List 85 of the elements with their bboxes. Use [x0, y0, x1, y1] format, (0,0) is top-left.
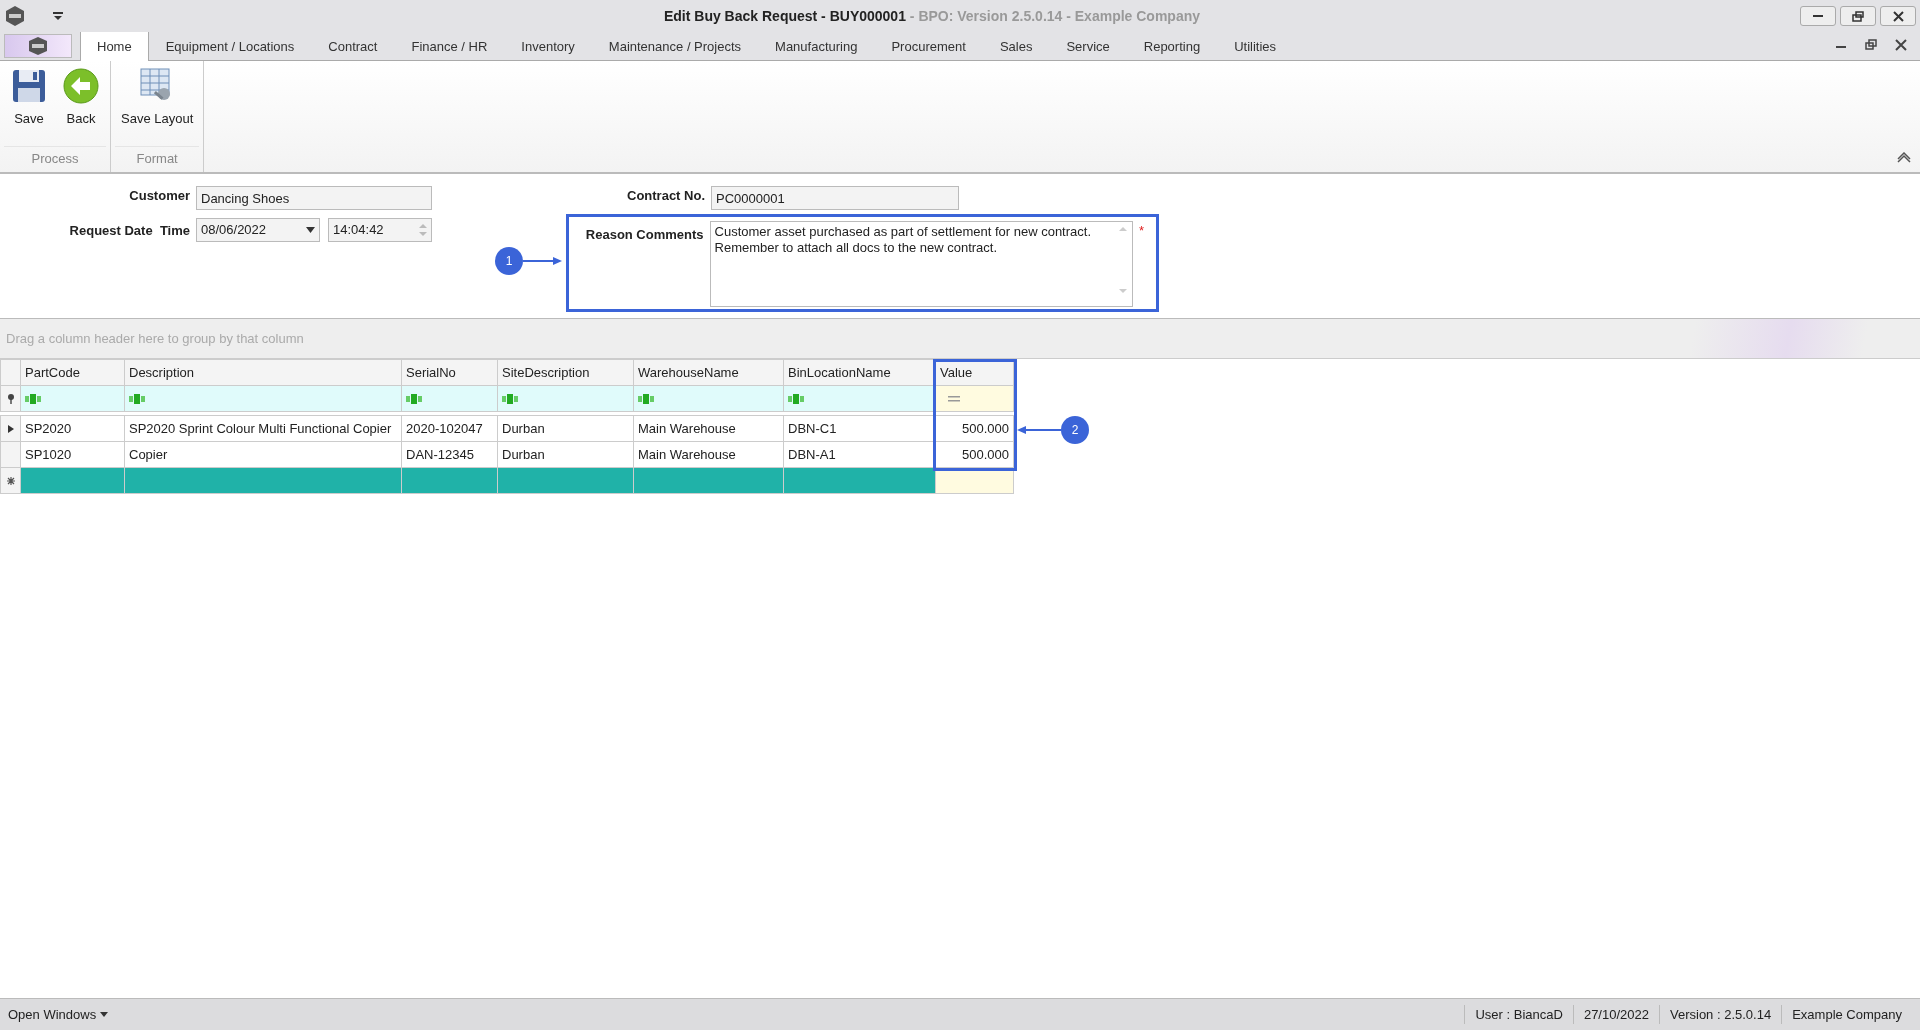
row-pointer-icon — [7, 425, 14, 434]
column-header[interactable]: Description — [124, 359, 402, 386]
callout-arrow — [523, 256, 562, 266]
table-cell: Main Warehouse — [633, 441, 784, 468]
ribbon-button[interactable]: Save Layout — [121, 67, 194, 140]
table-cell: Durban — [497, 441, 634, 468]
ribbon-tab[interactable]: Service — [1049, 30, 1127, 61]
time-field[interactable]: 14:04:42 — [328, 218, 432, 242]
close-icon — [1892, 10, 1904, 22]
date-value: 08/06/2022 — [201, 221, 267, 240]
status-item: Version : 2.5.0.14 — [1659, 1004, 1782, 1025]
text-filter-icon[interactable] — [502, 394, 518, 405]
column-header[interactable]: PartCode — [20, 359, 125, 386]
contract-field[interactable]: PC0000001 — [711, 186, 959, 210]
ribbon-tab[interactable]: Sales — [982, 30, 1050, 61]
status-item: Example Company — [1781, 1004, 1912, 1025]
text-filter-icon[interactable] — [788, 394, 804, 405]
date-field[interactable]: 08/06/2022 — [196, 218, 320, 242]
app-logo-icon — [27, 36, 49, 56]
callout-arrow — [1017, 425, 1061, 435]
comments-text: Customer asset purchased as part of settlement for new contract. Remember to attach all docs to the new contract. — [714, 224, 1091, 258]
ribbon-tab[interactable]: Finance / HR — [394, 30, 505, 61]
column-header[interactable]: SiteDescription — [497, 359, 634, 386]
ribbon-tab[interactable]: Inventory — [504, 30, 592, 61]
ribbon-tab[interactable]: Procurement — [874, 30, 983, 61]
ribbon-group-label: Process — [4, 145, 106, 172]
time-value: 14:04:42 — [333, 221, 384, 240]
field-label: Request Date Time — [68, 222, 190, 240]
window-close-button[interactable] — [1880, 6, 1916, 26]
dropdown-arrow-icon[interactable] — [306, 227, 315, 233]
ribbon-group-label: Format — [115, 145, 200, 172]
restore-icon — [1852, 10, 1864, 22]
minimize-icon — [1813, 15, 1823, 17]
text-filter-icon[interactable] — [406, 394, 422, 405]
comments-field[interactable]: Customer asset purchased as part of settlement for new contract. Remember to attach all docs to the new contract. — [709, 221, 1133, 307]
close-icon[interactable] — [1894, 38, 1908, 52]
ribbon-button[interactable]: Save — [10, 67, 48, 140]
window-title: Edit Buy Back Request - BUY000001 - BPO: Version 2.5.0.14 - Example Company — [663, 7, 1201, 24]
ribbon-tab[interactable]: Maintenance / Projects — [591, 30, 759, 61]
table-cell: 2020-102047 — [401, 415, 498, 442]
table-cell: Main Warehouse — [633, 415, 784, 442]
required-mark: * — [1138, 222, 1144, 240]
ribbon-button[interactable]: Back — [62, 67, 100, 140]
ribbon-tab[interactable]: Contract — [311, 30, 395, 61]
app-logo-icon — [4, 5, 26, 27]
table-cell: DAN-12345 — [401, 441, 498, 468]
field-label: Customer — [128, 187, 190, 205]
status-item: User : BiancaD — [1464, 1004, 1573, 1025]
app-menu-button[interactable] — [4, 34, 72, 58]
open-windows-menu[interactable]: Open Windows — [8, 1004, 109, 1025]
column-header[interactable]: SerialNo — [401, 359, 498, 386]
callout-number: 1 — [495, 247, 523, 275]
ribbon-tab[interactable]: Equipment / Locations — [148, 30, 312, 61]
column-header[interactable]: BinLocationName — [783, 359, 936, 386]
field-label: Reason Comments — [584, 226, 704, 244]
equals-icon[interactable] — [948, 396, 960, 403]
table-cell: Copier — [124, 441, 402, 468]
asterisk-icon — [6, 477, 15, 486]
text-filter-icon[interactable] — [129, 394, 145, 405]
dropdown-arrow-icon — [100, 1012, 109, 1017]
callout-number: 2 — [1061, 416, 1089, 444]
table-cell: DBN-C1 — [783, 415, 936, 442]
window-minimize-button[interactable] — [1800, 6, 1836, 26]
ribbon-tab[interactable]: Manufacturing — [758, 30, 875, 61]
text-filter-icon[interactable] — [25, 394, 41, 405]
table-cell: Durban — [497, 415, 634, 442]
group-panel-hint: Drag a column header here to group by that column — [0, 319, 1920, 359]
dropdown-arrow-icon[interactable] — [52, 11, 64, 21]
table-cell: SP1020 — [20, 441, 125, 468]
field-label: Contract No. — [626, 187, 705, 205]
table-cell: 500.000 — [935, 415, 1014, 442]
pin-icon — [6, 394, 15, 405]
column-header[interactable]: WarehouseName — [633, 359, 784, 386]
scrollbar-arrows-icon — [1117, 224, 1128, 296]
window-restore-button[interactable] — [1840, 6, 1876, 26]
customer-field[interactable]: Dancing Shoes — [196, 186, 432, 210]
status-item: 27/10/2022 — [1572, 1004, 1659, 1025]
collapse-ribbon-icon[interactable] — [1896, 152, 1912, 164]
ribbon-tab[interactable]: Home — [80, 30, 149, 61]
table-cell: SP2020 Sprint Colour Multi Functional Copier — [124, 415, 402, 442]
ribbon-tab[interactable]: Reporting — [1126, 30, 1218, 61]
restore-icon[interactable] — [1864, 38, 1878, 52]
text-filter-icon[interactable] — [638, 394, 654, 405]
ribbon-tab[interactable]: Utilities — [1217, 30, 1294, 61]
table-cell: SP2020 — [20, 415, 125, 442]
